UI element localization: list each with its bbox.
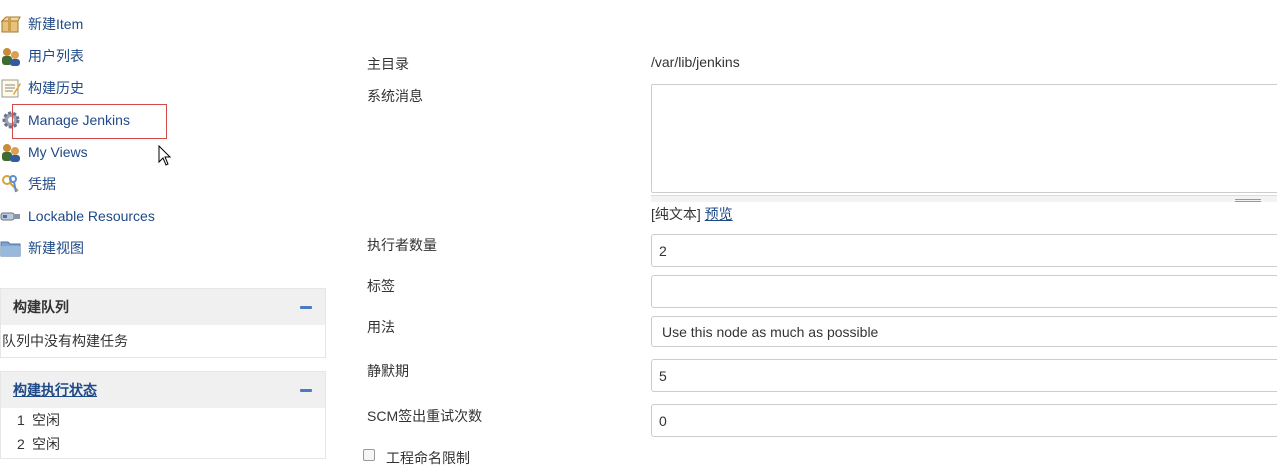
system-message-label: 系统消息 xyxy=(367,88,423,104)
new-package-icon xyxy=(0,13,22,35)
scm-retry-label: SCM签出重试次数 xyxy=(367,408,483,424)
notepad-icon xyxy=(0,77,22,99)
folder-icon xyxy=(0,237,22,259)
labels-input[interactable] xyxy=(651,275,1277,308)
markup-info: [纯文本] 预览 xyxy=(651,204,733,224)
labels-label: 标签 xyxy=(367,278,395,294)
executor-row: 1 空闲 xyxy=(1,408,325,432)
usage-select[interactable]: Use this node as much as possible xyxy=(651,316,1277,347)
name-restriction-checkbox[interactable] xyxy=(363,449,375,461)
executors-input[interactable] xyxy=(651,234,1277,267)
sidebar-item-lockable-resources[interactable]: Lockable Resources xyxy=(0,200,330,232)
quiet-period-input[interactable] xyxy=(651,359,1277,392)
executor-status-pane: 构建执行状态 1 空闲 2 空闲 xyxy=(0,371,326,459)
sidebar-item-new-view[interactable]: 新建视图 xyxy=(0,232,330,264)
sidebar-item-label: 凭据 xyxy=(28,176,56,192)
executor-status-title-link[interactable]: 构建执行状态 xyxy=(13,380,97,400)
users-icon xyxy=(0,45,22,67)
executors-label: 执行者数量 xyxy=(367,237,437,253)
sidebar-item-label: 用户列表 xyxy=(28,48,84,64)
executor-number: 2 xyxy=(17,436,25,452)
gear-icon xyxy=(0,109,22,131)
build-queue-pane: 构建队列 队列中没有构建任务 xyxy=(0,288,326,358)
usage-label: 用法 xyxy=(367,319,395,335)
system-message-textarea[interactable] xyxy=(651,84,1277,193)
executor-number: 1 xyxy=(17,412,25,428)
preview-link[interactable]: 预览 xyxy=(705,206,733,222)
executor-state: 空闲 xyxy=(32,412,60,428)
home-dir-value: /var/lib/jenkins xyxy=(651,54,740,70)
build-queue-title: 构建队列 xyxy=(13,299,69,315)
markup-format-text: [纯文本] xyxy=(651,206,701,222)
keys-icon xyxy=(0,173,22,195)
sidebar-item-label: My Views xyxy=(28,144,88,160)
sidebar-item-label: 构建历史 xyxy=(28,80,84,96)
build-queue-empty-text: 队列中没有构建任务 xyxy=(2,333,128,349)
sidebar-item-label: Lockable Resources xyxy=(28,208,155,224)
collapse-icon[interactable] xyxy=(299,385,313,395)
executor-row: 2 空闲 xyxy=(1,432,325,456)
name-restriction-label: 工程命名限制 xyxy=(386,450,470,466)
collapse-icon[interactable] xyxy=(299,302,313,312)
usb-lock-icon xyxy=(0,205,22,227)
mouse-cursor-icon xyxy=(158,145,172,166)
sidebar-item-users[interactable]: 用户列表 xyxy=(0,40,330,72)
sidebar-item-credentials[interactable]: 凭据 xyxy=(0,168,330,200)
sidebar-item-manage-jenkins[interactable]: Manage Jenkins xyxy=(0,104,330,136)
home-dir-label: 主目录 xyxy=(367,56,409,72)
scm-retry-input[interactable] xyxy=(651,404,1277,437)
sidebar-item-label: 新建Item xyxy=(28,16,84,32)
textarea-resize-handle[interactable] xyxy=(651,195,1277,202)
build-queue-header: 构建队列 xyxy=(1,289,325,325)
executor-state: 空闲 xyxy=(32,436,60,452)
usage-selected-value: Use this node as much as possible xyxy=(662,323,879,340)
sidebar-item-label: Manage Jenkins xyxy=(28,112,130,128)
sidebar-item-new-item[interactable]: 新建Item xyxy=(0,8,330,40)
sidebar-item-label: 新建视图 xyxy=(28,240,84,256)
executor-status-header: 构建执行状态 xyxy=(1,372,325,408)
users-icon xyxy=(0,141,22,163)
quiet-period-label: 静默期 xyxy=(367,363,409,379)
sidebar-item-build-history[interactable]: 构建历史 xyxy=(0,72,330,104)
